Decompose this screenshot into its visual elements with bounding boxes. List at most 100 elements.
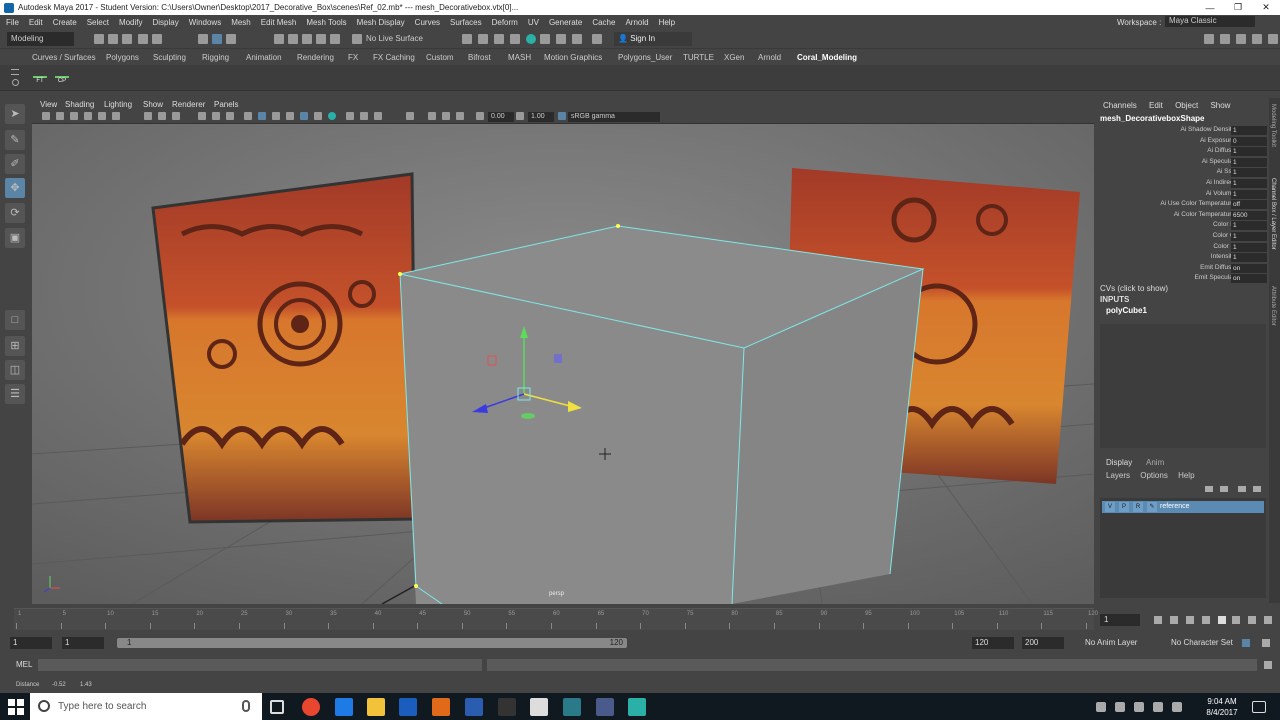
attr-row[interactable]: Ai Use Color Temperature off [1097, 200, 1267, 210]
new-empty-layer-icon[interactable] [1238, 486, 1246, 492]
menu-edit[interactable]: Edit [29, 18, 43, 27]
vertex[interactable] [616, 224, 620, 228]
channel-box-icon[interactable] [1252, 34, 1262, 44]
shelf-tab-sculpting[interactable]: Sculpting [153, 53, 186, 62]
play-backwards-icon[interactable] [1202, 616, 1210, 624]
menu-curves[interactable]: Curves [415, 18, 440, 27]
viewport-menu-lighting[interactable]: Lighting [104, 100, 132, 109]
task-view-icon[interactable] [270, 700, 284, 714]
menu-uv[interactable]: UV [528, 18, 539, 27]
shelf-tab-curves-surfaces[interactable]: Curves / Surfaces [32, 53, 96, 62]
menu-edit-mesh[interactable]: Edit Mesh [261, 18, 297, 27]
field-chart-icon[interactable] [226, 112, 234, 120]
network-icon[interactable] [1115, 702, 1125, 712]
go-to-start-icon[interactable] [1154, 616, 1162, 624]
render-setup-icon[interactable] [540, 34, 550, 44]
shelf-tab-fx[interactable]: FX [348, 53, 358, 62]
tool-settings-icon[interactable] [1236, 34, 1246, 44]
attr-value[interactable]: off [1231, 200, 1267, 210]
exposure-icon[interactable] [476, 112, 484, 120]
select-tool-icon[interactable]: ➤ [5, 104, 25, 124]
anim-layer-dropdown[interactable]: No Anim Layer [1082, 637, 1162, 649]
step-forward-frame-icon[interactable] [1232, 616, 1240, 624]
layer-name[interactable]: reference [1160, 503, 1190, 510]
shelf-tab-rigging[interactable]: Rigging [202, 53, 229, 62]
lasso-tool-icon[interactable]: ✎ [5, 130, 25, 150]
wireframe-on-shaded-icon[interactable] [272, 112, 280, 120]
show-hidden-icons[interactable] [1096, 702, 1106, 712]
select-component-icon[interactable] [226, 34, 236, 44]
playback-end-field[interactable]: 120 [972, 637, 1014, 649]
shelf-tab-fx-caching[interactable]: FX Caching [373, 53, 415, 62]
render-view-icon[interactable] [526, 34, 536, 44]
grid-toggle-icon[interactable] [144, 112, 152, 120]
rotate-tool-icon[interactable]: ⟳ [5, 203, 25, 223]
isolate-select-icon[interactable] [406, 112, 414, 120]
menu-mesh[interactable]: Mesh [231, 18, 251, 27]
command-language-toggle[interactable]: MEL [16, 660, 32, 669]
new-layer-from-selection-icon[interactable] [1253, 486, 1261, 492]
app-icon[interactable] [465, 698, 483, 716]
shelf-tab-bifrost[interactable]: Bifrost [468, 53, 491, 62]
shelf-tab-coral-modeling[interactable]: Coral_Modeling [797, 53, 857, 62]
channel-menu-object[interactable]: Object [1175, 101, 1198, 110]
layer-move-down-icon[interactable] [1220, 486, 1228, 492]
mail-icon[interactable] [530, 698, 548, 716]
perspective-viewport[interactable]: View Shading Lighting Show Renderer Pane… [32, 98, 1094, 604]
attr-row[interactable]: Emit Specular on [1097, 274, 1267, 284]
move-tool-icon[interactable]: ✥ [5, 178, 25, 198]
single-perspective-view-icon[interactable]: □ [5, 310, 25, 330]
viewport-menu-panels[interactable]: Panels [214, 100, 238, 109]
animation-end-field[interactable]: 200 [1022, 637, 1064, 649]
outliner-layout-icon[interactable]: ☰ [5, 384, 25, 404]
attr-value[interactable]: 1 [1231, 232, 1267, 241]
attr-row[interactable]: Ai Diffuse 1 [1097, 147, 1267, 157]
menu-modify[interactable]: Modify [119, 18, 143, 27]
attr-value[interactable]: on [1231, 263, 1267, 273]
shelf-tab-mash[interactable]: MASH [508, 53, 531, 62]
attr-row[interactable]: Ai Exposure 0 [1097, 136, 1267, 147]
minimize-button[interactable]: — [1196, 3, 1224, 13]
sign-in-button[interactable]: 👤 Sign In [614, 32, 692, 46]
menu-select[interactable]: Select [87, 18, 109, 27]
microphone-icon[interactable] [242, 700, 250, 712]
step-back-frame-icon[interactable] [1186, 616, 1194, 624]
shadows-icon[interactable] [314, 112, 322, 120]
attr-value[interactable]: 1 [1231, 189, 1267, 199]
live-surface-icon[interactable] [352, 34, 362, 44]
edge-icon[interactable] [335, 698, 353, 716]
image-plane-icon[interactable] [84, 112, 92, 120]
channel-menu-edit[interactable]: Edit [1149, 101, 1163, 110]
undo-icon[interactable] [138, 34, 148, 44]
gamma-icon[interactable] [516, 112, 524, 120]
attr-row[interactable]: Ai Specular 1 [1097, 157, 1267, 168]
animation-start-field[interactable]: 1 [10, 637, 52, 649]
wireframe-icon[interactable] [244, 112, 252, 120]
shelf-tab-animation[interactable]: Animation [246, 53, 282, 62]
smooth-shade-icon[interactable] [258, 112, 266, 120]
grease-pencil-icon[interactable] [112, 112, 120, 120]
shelf-menu-icon[interactable] [11, 69, 19, 75]
attr-value[interactable]: 1 [1231, 147, 1267, 157]
render-settings-icon[interactable] [494, 34, 504, 44]
four-view-layout-icon[interactable]: ⊞ [5, 336, 25, 356]
viewport-menu-view[interactable]: View [40, 100, 57, 109]
attr-row[interactable]: Color B1 [1097, 242, 1267, 253]
layer-tab-anim[interactable]: Anim [1146, 458, 1164, 467]
attr-row[interactable]: Ai Indirect 1 [1097, 179, 1267, 189]
menu-mesh-display[interactable]: Mesh Display [357, 18, 405, 27]
menu-cache[interactable]: Cache [592, 18, 615, 27]
attr-row[interactable]: Ai Sss 1 [1097, 168, 1267, 178]
menu-surfaces[interactable]: Surfaces [450, 18, 482, 27]
attr-value[interactable]: 1 [1231, 126, 1267, 135]
snap-grid-icon[interactable] [274, 34, 284, 44]
attr-value[interactable]: 1 [1231, 179, 1267, 188]
attribute-editor-icon[interactable] [1220, 34, 1230, 44]
store-icon[interactable] [399, 698, 417, 716]
selected-object-name[interactable]: mesh_DecorativeboxShape [1100, 114, 1205, 123]
attr-row[interactable]: Emit Diffuse on [1097, 263, 1267, 274]
light-editor-icon[interactable] [556, 34, 566, 44]
channel-menu-channels[interactable]: Channels [1103, 101, 1137, 110]
workspace-dropdown[interactable]: Maya Classic [1165, 16, 1255, 27]
camera-select-icon[interactable] [42, 112, 50, 120]
